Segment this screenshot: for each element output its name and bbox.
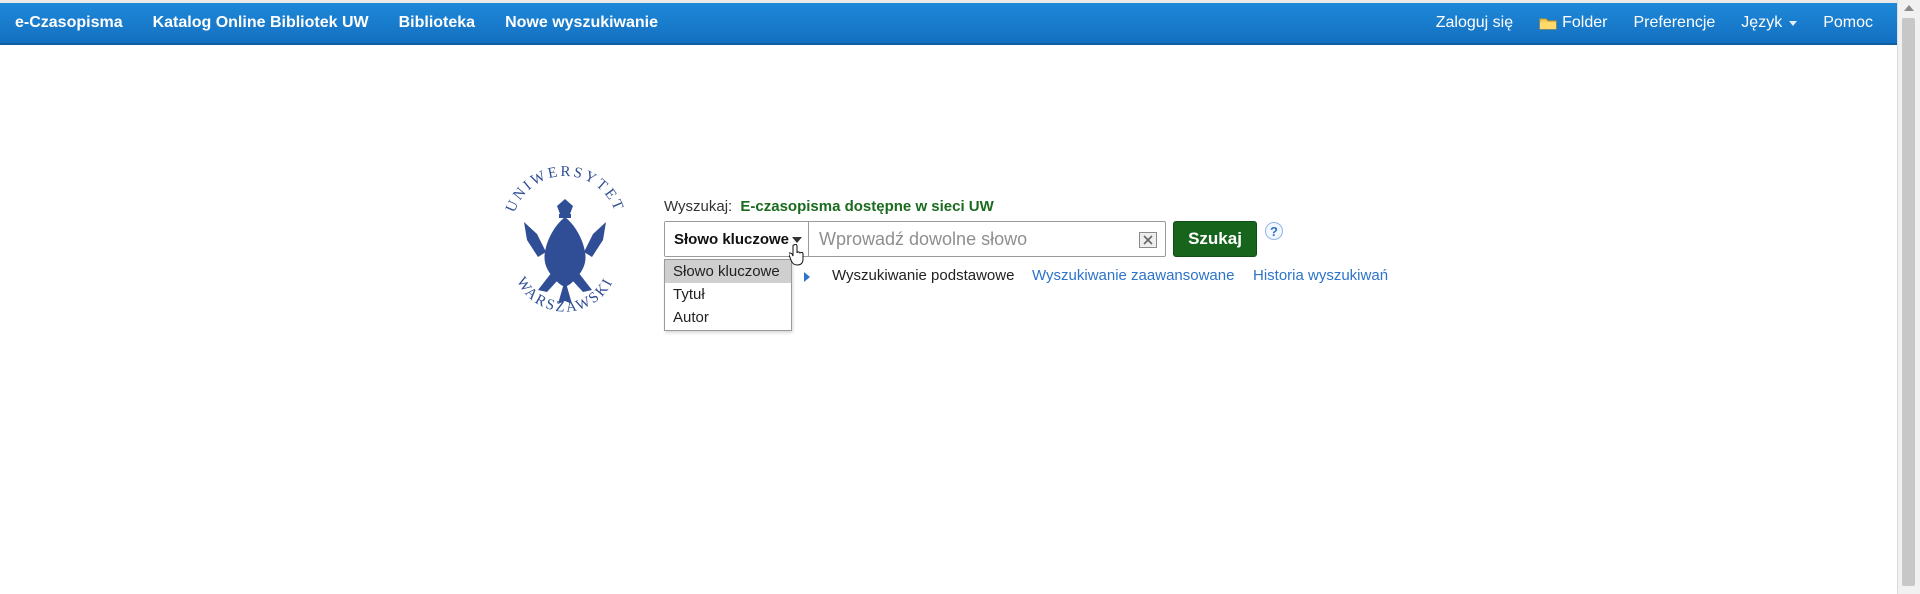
search-box: Słowo kluczowe bbox=[664, 221, 1166, 257]
nav-katalog-online[interactable]: Katalog Online Bibliotek UW bbox=[138, 3, 384, 43]
navbar-right: Zaloguj się Folder Preferencje Język Pom… bbox=[1423, 3, 1886, 43]
page: e-Czasopisma Katalog Online Bibliotek UW… bbox=[0, 0, 1898, 594]
dropdown-option-keyword[interactable]: Słowo kluczowe bbox=[665, 260, 791, 283]
search-field-dropdown: Słowo kluczowe Tytuł Autor bbox=[664, 259, 792, 331]
dropdown-option-author[interactable]: Autor bbox=[665, 306, 791, 329]
chevron-right-icon bbox=[804, 272, 810, 282]
folder-icon bbox=[1539, 17, 1557, 30]
search-caption-label: Wyszukaj: bbox=[664, 198, 733, 215]
scroll-up-arrow-icon[interactable] bbox=[1904, 5, 1914, 11]
nav-biblioteka[interactable]: Biblioteka bbox=[384, 3, 490, 43]
language-label: Język bbox=[1741, 14, 1783, 31]
search-input[interactable] bbox=[810, 222, 1120, 256]
search-caption: Wyszukaj: E-czasopisma dostępne w sieci … bbox=[664, 198, 994, 215]
folder-link[interactable]: Folder bbox=[1526, 3, 1620, 43]
university-logo: UNIWERSYTET WARSZAWSKI bbox=[503, 165, 624, 316]
search-field-selected: Słowo kluczowe bbox=[674, 230, 790, 248]
help-icon[interactable]: ? bbox=[1265, 222, 1283, 240]
help-link[interactable]: Pomoc bbox=[1810, 3, 1886, 43]
cursor-hand-icon bbox=[789, 244, 804, 266]
language-chevron-down-icon bbox=[1789, 20, 1798, 26]
search-field-select[interactable]: Słowo kluczowe bbox=[665, 222, 809, 256]
top-navbar: e-Czasopisma Katalog Online Bibliotek UW… bbox=[0, 3, 1898, 45]
tab-advanced-search[interactable]: Wyszukiwanie zaawansowane bbox=[1032, 267, 1234, 284]
vertical-scrollbar[interactable] bbox=[1897, 0, 1920, 594]
nav-nowe-wyszukiwanie[interactable]: Nowe wyszukiwanie bbox=[490, 3, 673, 43]
login-link[interactable]: Zaloguj się bbox=[1423, 3, 1526, 43]
tab-search-history[interactable]: Historia wyszukiwań bbox=[1253, 267, 1388, 284]
clear-icon[interactable] bbox=[1139, 232, 1157, 248]
language-menu[interactable]: Język bbox=[1728, 3, 1810, 43]
select-chevron-down-icon bbox=[792, 237, 802, 243]
folder-label: Folder bbox=[1562, 14, 1608, 31]
navbar-left: e-Czasopisma Katalog Online Bibliotek UW… bbox=[0, 3, 673, 43]
scroll-thumb[interactable] bbox=[1902, 18, 1915, 586]
nav-e-czasopisma[interactable]: e-Czasopisma bbox=[0, 3, 138, 43]
search-scope: E-czasopisma dostępne w sieci UW bbox=[740, 198, 994, 215]
tab-basic-search[interactable]: Wyszukiwanie podstawowe bbox=[832, 267, 1014, 284]
preferences-link[interactable]: Preferencje bbox=[1620, 3, 1728, 43]
dropdown-option-title[interactable]: Tytuł bbox=[665, 283, 791, 306]
search-button[interactable]: Szukaj bbox=[1173, 221, 1257, 257]
